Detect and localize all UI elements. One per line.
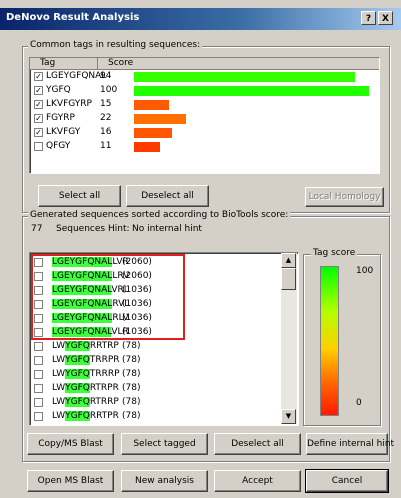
tag-row[interactable]: QFGY 11 <box>30 140 379 153</box>
tag-score-bar <box>134 114 186 124</box>
sequence-tag-highlight: YGFQ <box>65 355 90 365</box>
tag-score-bar <box>134 86 369 96</box>
tag-checkbox[interactable]: ✓ <box>34 86 43 95</box>
sequence-tag-highlight: YGFQ <box>65 397 90 407</box>
tags-list[interactable]: Tag Score ✓ LGEYGFQNAL 94 ✓ YGFQ 100 ✓ LKVFGYRP… <box>29 57 380 174</box>
open-ms-blast-button[interactable]: Open MS Blast <box>27 470 114 492</box>
tag-score-gradient <box>320 266 339 416</box>
annotation-highlight-box <box>31 254 185 340</box>
sequence-score: (78) <box>122 397 141 407</box>
tag-score-group <box>303 254 381 426</box>
close-button[interactable]: X <box>378 11 393 25</box>
tag-checkbox[interactable] <box>34 142 43 151</box>
sequence-checkbox[interactable] <box>34 342 43 351</box>
sequence-text: LWYGFQRTRRP <box>52 397 119 407</box>
help-button[interactable]: ? <box>361 11 376 25</box>
tag-checkbox[interactable]: ✓ <box>34 72 43 81</box>
close-icon: X <box>382 14 389 24</box>
tag-score: 15 <box>100 99 112 109</box>
sequence-score: (78) <box>122 383 141 393</box>
window-title: DeNovo Result Analysis <box>6 12 140 23</box>
sequence-text: LWYGFQRTRPR <box>52 383 119 393</box>
sequence-checkbox[interactable] <box>34 356 43 365</box>
sequence-score: (78) <box>122 411 141 421</box>
sequence-text: LWYGFQRRTRP <box>52 341 119 351</box>
tag-score: 11 <box>100 141 112 151</box>
tag-score-label: Tag score <box>311 248 358 258</box>
sequence-row[interactable]: LWYGFQRTRRP (78) <box>30 395 282 409</box>
sequence-tag-highlight: YGFQ <box>65 383 90 393</box>
hint-value: No internal hint <box>132 224 202 234</box>
sequence-text: LWYGFQRRTPR <box>52 411 119 421</box>
sequence-checkbox[interactable] <box>34 370 43 379</box>
sequence-row[interactable]: LWYGFQRRTPR (78) <box>30 409 282 423</box>
legend-max-value: 100 <box>356 266 374 276</box>
sequence-score: (78) <box>122 355 141 365</box>
select-tagged-button[interactable]: Select tagged <box>121 433 208 455</box>
sequence-checkbox[interactable] <box>34 412 43 421</box>
sequence-score: (78) <box>122 341 141 351</box>
tag-row[interactable]: ✓ LKVFGYRP 15 <box>30 98 379 111</box>
tag-score-bar <box>134 142 160 152</box>
tag-score-bar <box>134 128 172 138</box>
tag-row[interactable]: ✓ FGYRP 22 <box>30 112 379 125</box>
sequences-scrollbar[interactable]: ▲ ▼ <box>281 253 297 424</box>
sequence-row[interactable]: LWYGFQRRTRP (78) <box>30 339 282 353</box>
tag-score: 22 <box>100 113 112 123</box>
sequence-text: LWYGFQTRRPR <box>52 355 120 365</box>
tag-score-bar <box>134 100 169 110</box>
tag-name: LGEYGFQNAL <box>46 71 107 81</box>
column-header-tag[interactable]: Tag <box>30 58 98 70</box>
legend-min-value: 0 <box>356 398 362 408</box>
tag-name: LKVFGYRP <box>46 99 92 109</box>
scroll-down-icon[interactable]: ▼ <box>281 409 296 424</box>
sequence-checkbox[interactable] <box>34 398 43 407</box>
sequence-score: (78) <box>122 369 141 379</box>
select-all-tags-button[interactable]: Select all <box>38 185 121 207</box>
define-internal-hint-button[interactable]: Define internal hint <box>306 433 394 455</box>
tag-name: QFGY <box>46 141 71 151</box>
tag-name: LKVFGY <box>46 127 81 137</box>
title-bar[interactable]: DeNovo Result Analysis ? X <box>0 8 401 30</box>
tag-score: 100 <box>100 85 118 95</box>
tag-name: FGYRP <box>46 113 75 123</box>
tag-checkbox[interactable]: ✓ <box>34 128 43 137</box>
new-analysis-button[interactable]: New analysis <box>121 470 208 492</box>
scroll-thumb[interactable] <box>281 268 296 290</box>
dialog-window: DeNovo Result Analysis ? X Common tags i… <box>0 0 401 498</box>
help-icon: ? <box>365 14 372 24</box>
tag-row[interactable]: ✓ LGEYGFQNAL 94 <box>30 70 379 83</box>
sequence-tag-highlight: YGFQ <box>65 341 90 351</box>
sequence-row[interactable]: LWYGFQTRRPR (78) <box>30 353 282 367</box>
tag-score-bar <box>134 72 355 82</box>
local-homology-button[interactable]: Local Homology <box>305 187 384 207</box>
sequence-row[interactable]: LWYGFQTRRRP (78) <box>30 367 282 381</box>
tag-checkbox[interactable]: ✓ <box>34 100 43 109</box>
tags-group-label: Common tags in resulting sequences: <box>28 40 203 50</box>
deselect-all-tags-button[interactable]: Deselect all <box>126 185 209 207</box>
sequences-group-label: Generated sequences sorted according to … <box>28 210 291 220</box>
sequence-text: LWYGFQTRRRP <box>52 369 120 379</box>
column-header-score[interactable]: Score <box>98 58 379 70</box>
tag-name: YGFQ <box>46 85 71 95</box>
tag-checkbox[interactable]: ✓ <box>34 114 43 123</box>
scroll-up-icon[interactable]: ▲ <box>281 253 296 268</box>
tag-row[interactable]: ✓ YGFQ 100 <box>30 84 379 97</box>
deselect-all-sequences-button[interactable]: Deselect all <box>214 433 301 455</box>
copy-ms-blast-button[interactable]: Copy/MS Blast <box>27 433 114 455</box>
sequence-row[interactable]: LWYGFQRTRPR (78) <box>30 381 282 395</box>
tag-score: 94 <box>100 71 112 81</box>
sequence-tag-highlight: YGFQ <box>65 411 90 421</box>
tag-row[interactable]: ✓ LKVFGY 16 <box>30 126 379 139</box>
sequence-count-label: Sequences <box>56 224 106 234</box>
hint-label: Hint: <box>108 224 130 234</box>
tag-score: 16 <box>100 127 112 137</box>
accept-button[interactable]: Accept <box>214 470 301 492</box>
cancel-button[interactable]: Cancel <box>305 469 389 493</box>
sequence-count: 77 <box>31 224 43 234</box>
sequence-tag-highlight: YGFQ <box>65 369 90 379</box>
sequence-checkbox[interactable] <box>34 384 43 393</box>
